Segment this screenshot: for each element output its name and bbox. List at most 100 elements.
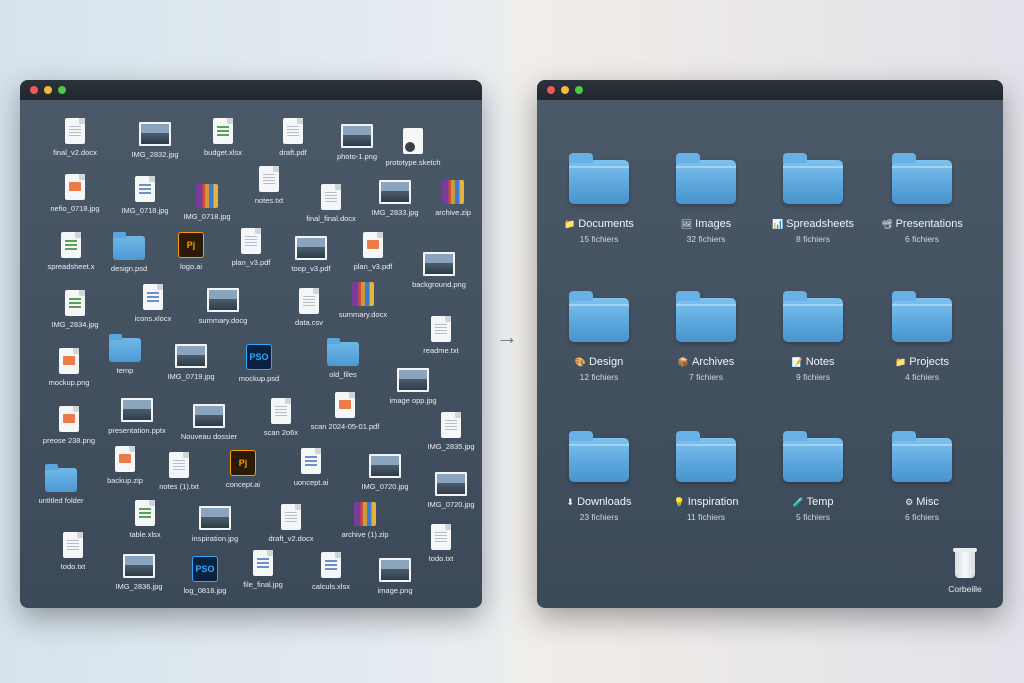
- close-button[interactable]: [30, 86, 38, 94]
- image-thumbnail-icon: [423, 252, 455, 276]
- desktop-file[interactable]: IMG_0719.jpg: [156, 344, 226, 381]
- folder-spreadsheets[interactable]: 📊 Spreadsheets 8 fichiers: [768, 153, 858, 244]
- desktop-file[interactable]: untitled folder: [26, 464, 96, 505]
- file-label: scan 2024-05-01.pdf: [310, 422, 380, 431]
- desktop-file[interactable]: notes (1).txt: [144, 452, 214, 491]
- document-icon: [299, 288, 319, 314]
- desktop-file[interactable]: summary.docx: [328, 282, 398, 319]
- zoom-button[interactable]: [575, 86, 583, 94]
- desktop-file[interactable]: IMG_0720.jpg: [416, 472, 482, 509]
- desktop-file[interactable]: file_final.jpg: [228, 550, 298, 589]
- folder-images[interactable]: 🖼 Images 32 fichiers: [661, 153, 751, 244]
- folder-category-icon: 📁: [564, 218, 576, 229]
- desktop-file[interactable]: nefio_0718.jpg: [40, 174, 110, 213]
- folder-projects[interactable]: 📁 Projects 4 fichiers: [877, 291, 967, 382]
- desktop-file[interactable]: IMG_0718.jpg: [110, 176, 180, 215]
- image-thumbnail-icon: [207, 288, 239, 312]
- folder-downloads[interactable]: ⬇ Downloads 23 fichiers: [554, 431, 644, 522]
- document-icon: [169, 452, 189, 478]
- presentation-icon: [335, 392, 355, 418]
- folder-presentations[interactable]: 📽 Presentations 6 fichiers: [877, 153, 967, 244]
- folder-file-count: 23 fichiers: [579, 512, 619, 522]
- desktop-file[interactable]: preose 238.png: [34, 406, 104, 445]
- desktop-file[interactable]: table.xlsx: [110, 500, 180, 539]
- desktop-file[interactable]: readme.txt: [406, 316, 476, 355]
- file-label: backup.zip: [107, 476, 143, 485]
- file-label: spreadsheet.x: [47, 262, 95, 271]
- folder-icon: [327, 338, 359, 366]
- presentation-icon: [59, 406, 79, 432]
- document-icon: [283, 118, 303, 144]
- folder-name: 📁 Projects: [895, 356, 949, 368]
- desktop-file[interactable]: final_final.docx: [296, 184, 366, 223]
- desktop-file[interactable]: todo.txt: [38, 532, 108, 571]
- trash[interactable]: Corbeille: [940, 548, 990, 594]
- folder-file-count: 7 fichiers: [688, 372, 723, 382]
- desktop-file[interactable]: IMG_0720.jpg: [350, 454, 420, 491]
- file-label: temp: [116, 366, 134, 375]
- desktop-file[interactable]: archive (1).zip: [330, 502, 400, 539]
- desktop-file[interactable]: Nouveau dossier: [174, 404, 244, 441]
- desktop-file[interactable]: scan 2o6x: [246, 398, 316, 437]
- desktop-file[interactable]: image.png: [360, 558, 430, 595]
- folder-name: 📦 Archives: [678, 356, 734, 368]
- desktop-file[interactable]: archive.zip: [418, 180, 482, 217]
- desktop-file[interactable]: temp: [90, 334, 160, 375]
- folder-documents[interactable]: 📁 Documents 15 fichiers: [554, 153, 644, 244]
- desktop-file[interactable]: PSO mockup.psd: [224, 344, 294, 383]
- file-label: calculs.xlsx: [312, 582, 350, 591]
- image-thumbnail-icon: [199, 506, 231, 530]
- desktop-file[interactable]: design.psd: [94, 232, 164, 273]
- file-label: budget.xlsx: [204, 148, 242, 157]
- desktop-file[interactable]: Pj concept.ai: [208, 450, 278, 489]
- desktop-file[interactable]: toop_v3.pdf: [276, 236, 346, 273]
- folder-archives[interactable]: 📦 Archives 7 fichiers: [661, 291, 751, 382]
- title-bar[interactable]: [20, 80, 482, 100]
- desktop-file[interactable]: IMG_2834.jpg: [40, 290, 110, 329]
- desktop-file[interactable]: background.png: [404, 252, 474, 289]
- desktop-file[interactable]: IMG_2835.jpg: [416, 412, 482, 451]
- desktop-file[interactable]: scan 2024-05-01.pdf: [310, 392, 380, 431]
- folder-category-icon: 💡: [673, 496, 685, 507]
- folder-design[interactable]: 🎨 Design 12 fichiers: [554, 291, 644, 382]
- desktop-file[interactable]: notes.txt: [234, 166, 304, 205]
- folder-temp[interactable]: 🧪 Temp 5 fichiers: [768, 431, 858, 522]
- trash-icon: [953, 548, 977, 578]
- desktop-file[interactable]: prototype.sketch: [378, 128, 448, 167]
- desktop-file[interactable]: draft.pdf: [258, 118, 328, 157]
- minimize-button[interactable]: [561, 86, 569, 94]
- folder-notes[interactable]: 📝 Notes 9 fichiers: [768, 291, 858, 382]
- title-bar[interactable]: [537, 80, 1003, 100]
- desktop-file[interactable]: old_files: [308, 338, 378, 379]
- desktop-file[interactable]: budget.xlsx: [188, 118, 258, 157]
- desktop-file[interactable]: uoncept.ai: [276, 448, 346, 487]
- file-label: IMG_0718.jpg: [183, 212, 231, 221]
- file-label: nefio_0718.jpg: [50, 204, 100, 213]
- file-label: log_0818.jpg: [183, 586, 227, 595]
- minimize-button[interactable]: [44, 86, 52, 94]
- desktop-file[interactable]: IMG_0718.jpg: [172, 184, 242, 221]
- desktop-file[interactable]: inspiration.jpg: [180, 506, 250, 543]
- folder-name-text: Misc: [916, 496, 939, 508]
- desktop-file[interactable]: summary.docg: [188, 288, 258, 325]
- folder-category-icon: ⬇: [566, 496, 575, 507]
- folder-name-text: Downloads: [577, 496, 632, 508]
- desktop-file[interactable]: icons.xlocx: [118, 284, 188, 323]
- folder-misc[interactable]: ⚙ Misc 6 fichiers: [877, 431, 967, 522]
- folder-category-icon: 🖼: [680, 218, 693, 229]
- close-button[interactable]: [547, 86, 555, 94]
- file-label: archive (1).zip: [341, 530, 389, 539]
- desktop-file[interactable]: IMG_2836.jpg: [104, 554, 174, 591]
- desktop-file[interactable]: calculs.xlsx: [296, 552, 366, 591]
- desktop-file[interactable]: IMG_2832.jpg: [120, 122, 190, 159]
- zoom-button[interactable]: [58, 86, 66, 94]
- folder-icon: [676, 431, 736, 482]
- folder-inspiration[interactable]: 💡 Inspiration 11 fichiers: [661, 431, 751, 522]
- desktop-file[interactable]: final_v2.docx: [40, 118, 110, 157]
- desktop-file[interactable]: draft_v2.docx: [256, 504, 326, 543]
- desktop-file[interactable]: image opp.jpg: [378, 368, 448, 405]
- desktop-file[interactable]: plan_v3.pdf: [338, 232, 408, 271]
- image-thumbnail-icon: [175, 344, 207, 368]
- desktop-file[interactable]: presentation.pptx: [102, 398, 172, 435]
- folder-name-text: Notes: [805, 356, 835, 368]
